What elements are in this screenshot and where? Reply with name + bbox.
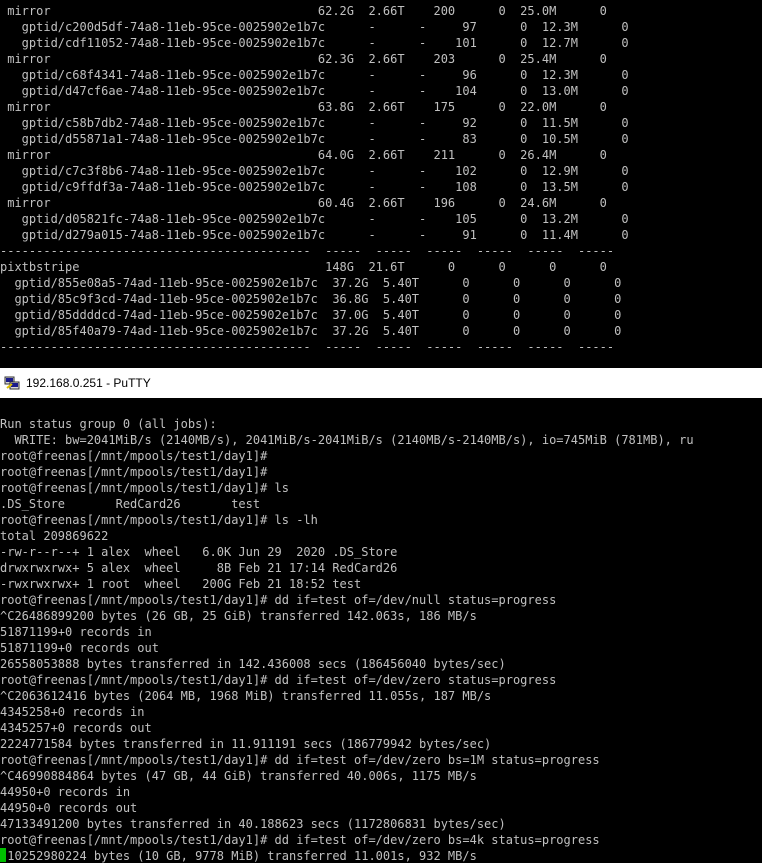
terminal-line: ^C46990884864 bytes (47 GB, 44 GiB) tran… bbox=[0, 769, 477, 783]
terminal-line: root@freenas[/mnt/mpools/test1/day1]# dd… bbox=[0, 753, 600, 767]
terminal-line: gptid/d05821fc-74a8-11eb-95ce-0025902e1b… bbox=[0, 212, 629, 226]
terminal-line: gptid/c200d5df-74a8-11eb-95ce-0025902e1b… bbox=[0, 20, 629, 34]
terminal-line: 44950+0 records in bbox=[0, 785, 131, 799]
terminal-line: gptid/d279a015-74a8-11eb-95ce-0025902e1b… bbox=[0, 228, 629, 242]
terminal-line: root@freenas[/mnt/mpools/test1/day1]# dd… bbox=[0, 593, 557, 607]
terminal-line: 51871199+0 records out bbox=[0, 641, 159, 655]
terminal-line: root@freenas[/mnt/mpools/test1/day1]# bbox=[0, 449, 268, 463]
terminal-line: mirror 62.3G 2.66T 203 0 25.4M 0 bbox=[0, 52, 607, 66]
terminal-line: 2224771584 bytes transferred in 11.91119… bbox=[0, 737, 492, 751]
terminal-line: gptid/d55871a1-74a8-11eb-95ce-0025902e1b… bbox=[0, 132, 629, 146]
terminal-line: total 209869622 bbox=[0, 529, 109, 543]
terminal-line: root@freenas[/mnt/mpools/test1/day1]# dd… bbox=[0, 833, 600, 847]
terminal-line: mirror 64.0G 2.66T 211 0 26.4M 0 bbox=[0, 148, 607, 162]
terminal-line: ^C26486899200 bytes (26 GB, 25 GiB) tran… bbox=[0, 609, 477, 623]
terminal-line: root@freenas[/mnt/mpools/test1/day1]# dd… bbox=[0, 673, 557, 687]
terminal-line: 51871199+0 records in bbox=[0, 625, 152, 639]
terminal-line: gptid/85c9f3cd-74ad-11eb-95ce-0025902e1b… bbox=[0, 292, 622, 306]
terminal-line: gptid/85f40a79-74ad-11eb-95ce-0025902e1b… bbox=[0, 324, 622, 338]
terminal-line: 4345257+0 records out bbox=[0, 721, 152, 735]
terminal-line: 26558053888 bytes transferred in 142.436… bbox=[0, 657, 506, 671]
terminal-line: 4345258+0 records in bbox=[0, 705, 145, 719]
terminal-line: mirror 62.2G 2.66T 200 0 25.0M 0 bbox=[0, 4, 607, 18]
terminal-line: root@freenas[/mnt/mpools/test1/day1]# bbox=[0, 465, 268, 479]
terminal-cursor bbox=[0, 848, 6, 862]
terminal-line: gptid/c9ffdf3a-74a8-11eb-95ce-0025902e1b… bbox=[0, 180, 629, 194]
terminal-line: mirror 60.4G 2.66T 196 0 24.6M 0 bbox=[0, 196, 607, 210]
terminal-line: -rw-r--r--+ 1 alex wheel 6.0K Jun 29 202… bbox=[0, 545, 398, 559]
terminal-line: root@freenas[/mnt/mpools/test1/day1]# ls bbox=[0, 481, 289, 495]
window-title: 192.168.0.251 - PuTTY bbox=[26, 376, 151, 390]
terminal-line: ----------------------------------------… bbox=[0, 244, 615, 258]
terminal-line: ^C2063612416 bytes (2064 MB, 1968 MiB) t… bbox=[0, 689, 492, 703]
terminal-line: 10252980224 bytes (10 GB, 9778 MiB) tran… bbox=[0, 849, 477, 863]
bottom-terminal-output[interactable]: Run status group 0 (all jobs): WRITE: bw… bbox=[0, 398, 762, 863]
terminal-line: gptid/c68f4341-74a8-11eb-95ce-0025902e1b… bbox=[0, 68, 629, 82]
terminal-line: drwxrwxrwx+ 5 alex wheel 8B Feb 21 17:14… bbox=[0, 561, 398, 575]
terminal-line: pixtbstripe 148G 21.6T 0 0 0 0 bbox=[0, 260, 607, 274]
terminal-line: gptid/85ddddcd-74ad-11eb-95ce-0025902e1b… bbox=[0, 308, 622, 322]
terminal-line: gptid/855e08a5-74ad-11eb-95ce-0025902e1b… bbox=[0, 276, 622, 290]
terminal-line: mirror 63.8G 2.66T 175 0 22.0M 0 bbox=[0, 100, 607, 114]
terminal-line: root@freenas[/mnt/mpools/test1/day1]# ls… bbox=[0, 513, 318, 527]
terminal-line: gptid/d47cf6ae-74a8-11eb-95ce-0025902e1b… bbox=[0, 84, 629, 98]
terminal-line: gptid/c58b7db2-74a8-11eb-95ce-0025902e1b… bbox=[0, 116, 629, 130]
putty-title-bar[interactable]: 192.168.0.251 - PuTTY bbox=[0, 368, 762, 398]
terminal-line: 47133491200 bytes transferred in 40.1886… bbox=[0, 817, 506, 831]
terminal-line: WRITE: bw=2041MiB/s (2140MB/s), 2041MiB/… bbox=[0, 433, 694, 447]
putty-icon bbox=[4, 375, 20, 391]
terminal-line: 44950+0 records out bbox=[0, 801, 138, 815]
terminal-line: gptid/c7c3f8b6-74a8-11eb-95ce-0025902e1b… bbox=[0, 164, 629, 178]
terminal-line: -rwxrwxrwx+ 1 root wheel 200G Feb 21 18:… bbox=[0, 577, 362, 591]
terminal-line: gptid/cdf11052-74a8-11eb-95ce-0025902e1b… bbox=[0, 36, 629, 50]
terminal-line: .DS_Store RedCard26 test bbox=[0, 497, 261, 511]
terminal-line: ----------------------------------------… bbox=[0, 340, 615, 354]
top-terminal-output[interactable]: mirror 62.2G 2.66T 200 0 25.0M 0 gptid/c… bbox=[0, 0, 762, 368]
top-terminal-lines: mirror 62.2G 2.66T 200 0 25.0M 0 gptid/c… bbox=[0, 0, 762, 355]
bottom-terminal-lines: Run status group 0 (all jobs): WRITE: bw… bbox=[0, 398, 762, 863]
terminal-line: Run status group 0 (all jobs): bbox=[0, 417, 217, 431]
